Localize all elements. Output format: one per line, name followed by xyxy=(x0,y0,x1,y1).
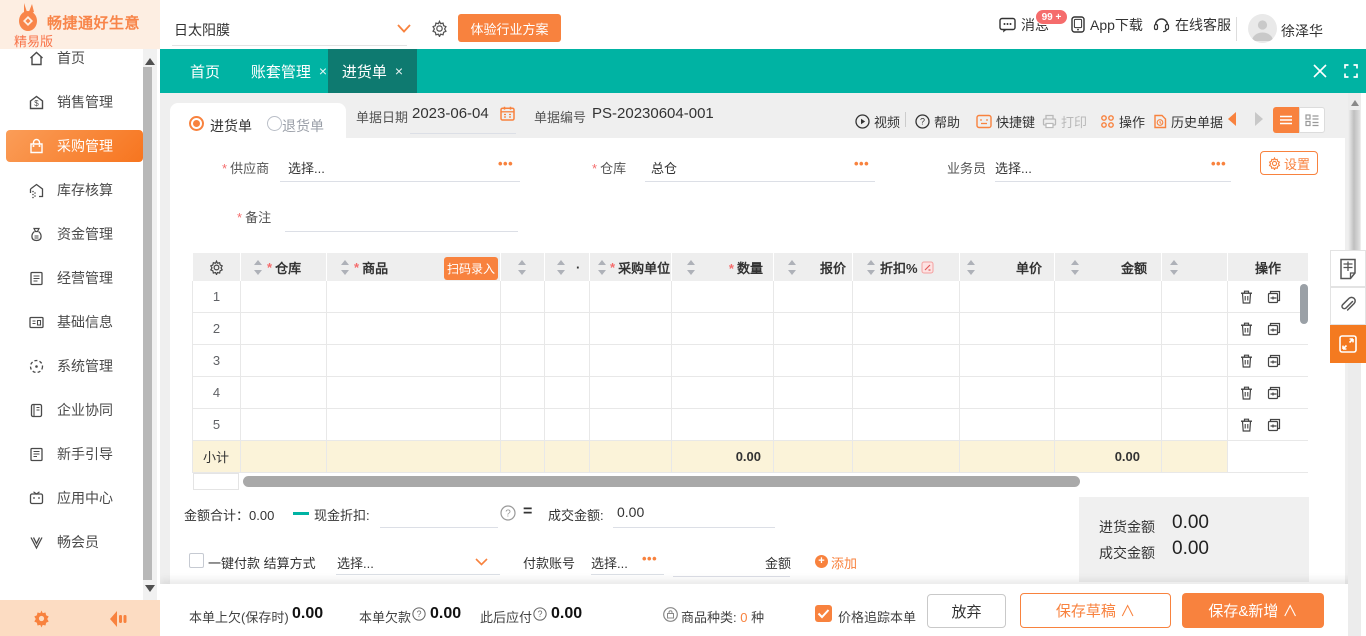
svg-text:?: ? xyxy=(505,509,511,520)
svg-text:?: ? xyxy=(538,609,543,619)
svg-text:?: ? xyxy=(417,609,422,619)
svg-text:?: ? xyxy=(920,117,925,127)
svg-text:$: $ xyxy=(34,99,39,108)
